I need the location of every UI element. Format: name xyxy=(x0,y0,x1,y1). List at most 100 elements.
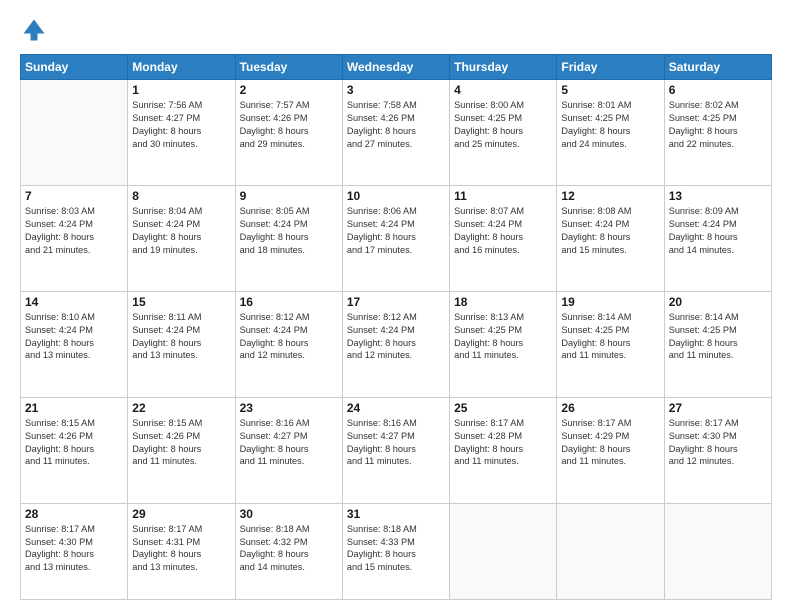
calendar-cell xyxy=(450,503,557,599)
calendar-cell: 25Sunrise: 8:17 AM Sunset: 4:28 PM Dayli… xyxy=(450,397,557,503)
calendar-cell: 16Sunrise: 8:12 AM Sunset: 4:24 PM Dayli… xyxy=(235,291,342,397)
day-number: 31 xyxy=(347,507,445,521)
day-number: 1 xyxy=(132,83,230,97)
day-number: 10 xyxy=(347,189,445,203)
day-number: 16 xyxy=(240,295,338,309)
weekday-header-monday: Monday xyxy=(128,55,235,80)
calendar-cell xyxy=(557,503,664,599)
day-info: Sunrise: 8:17 AM Sunset: 4:31 PM Dayligh… xyxy=(132,523,230,575)
day-info: Sunrise: 8:17 AM Sunset: 4:30 PM Dayligh… xyxy=(25,523,123,575)
day-number: 12 xyxy=(561,189,659,203)
day-info: Sunrise: 8:13 AM Sunset: 4:25 PM Dayligh… xyxy=(454,311,552,363)
day-info: Sunrise: 8:15 AM Sunset: 4:26 PM Dayligh… xyxy=(25,417,123,469)
day-number: 24 xyxy=(347,401,445,415)
day-info: Sunrise: 8:10 AM Sunset: 4:24 PM Dayligh… xyxy=(25,311,123,363)
day-number: 15 xyxy=(132,295,230,309)
day-number: 21 xyxy=(25,401,123,415)
calendar-cell: 14 Sunrise: 8:10 AM Sunset: 4:24 PM Dayli… xyxy=(21,291,128,397)
day-info: Sunrise: 8:14 AM Sunset: 4:25 PM Dayligh… xyxy=(561,311,659,363)
calendar-cell: 4Sunrise: 8:00 AM Sunset: 4:25 PM Daylig… xyxy=(450,80,557,186)
calendar-cell: 1 Sunrise: 7:56 AM Sunset: 4:27 PM Daylig… xyxy=(128,80,235,186)
day-info: Sunrise: 8:04 AM Sunset: 4:24 PM Dayligh… xyxy=(132,205,230,257)
weekday-header-friday: Friday xyxy=(557,55,664,80)
calendar-cell: 19Sunrise: 8:14 AM Sunset: 4:25 PM Dayli… xyxy=(557,291,664,397)
calendar-cell: 11 Sunrise: 8:07 AM Sunset: 4:24 PM Dayli… xyxy=(450,185,557,291)
weekday-header-thursday: Thursday xyxy=(450,55,557,80)
weekday-header-row: SundayMondayTuesdayWednesdayThursdayFrid… xyxy=(21,55,772,80)
day-info: Sunrise: 7:56 AM Sunset: 4:27 PM Dayligh… xyxy=(132,99,230,151)
calendar-cell: 20 Sunrise: 8:14 AM Sunset: 4:25 PM Dayli… xyxy=(664,291,771,397)
day-number: 13 xyxy=(669,189,767,203)
day-number: 22 xyxy=(132,401,230,415)
header xyxy=(20,16,772,44)
day-info: Sunrise: 8:00 AM Sunset: 4:25 PM Dayligh… xyxy=(454,99,552,151)
weekday-header-tuesday: Tuesday xyxy=(235,55,342,80)
day-info: Sunrise: 8:01 AM Sunset: 4:25 PM Dayligh… xyxy=(561,99,659,151)
day-number: 23 xyxy=(240,401,338,415)
calendar-cell: 23 Sunrise: 8:16 AM Sunset: 4:27 PM Dayli… xyxy=(235,397,342,503)
day-info: Sunrise: 8:08 AM Sunset: 4:24 PM Dayligh… xyxy=(561,205,659,257)
calendar-cell: 29 Sunrise: 8:17 AM Sunset: 4:31 PM Dayli… xyxy=(128,503,235,599)
calendar-cell: 10 Sunrise: 8:06 AM Sunset: 4:24 PM Dayli… xyxy=(342,185,449,291)
calendar-cell: 31 Sunrise: 8:18 AM Sunset: 4:33 PM Dayli… xyxy=(342,503,449,599)
logo-icon xyxy=(20,16,48,44)
day-info: Sunrise: 8:03 AM Sunset: 4:24 PM Dayligh… xyxy=(25,205,123,257)
calendar-cell: 22 Sunrise: 8:15 AM Sunset: 4:26 PM Dayli… xyxy=(128,397,235,503)
day-info: Sunrise: 8:05 AM Sunset: 4:24 PM Dayligh… xyxy=(240,205,338,257)
day-info: Sunrise: 8:14 AM Sunset: 4:25 PM Dayligh… xyxy=(669,311,767,363)
day-info: Sunrise: 8:07 AM Sunset: 4:24 PM Dayligh… xyxy=(454,205,552,257)
calendar-cell: 28 Sunrise: 8:17 AM Sunset: 4:30 PM Dayli… xyxy=(21,503,128,599)
day-number: 25 xyxy=(454,401,552,415)
calendar-cell: 15 Sunrise: 8:11 AM Sunset: 4:24 PM Dayli… xyxy=(128,291,235,397)
day-number: 14 xyxy=(25,295,123,309)
day-info: Sunrise: 8:18 AM Sunset: 4:33 PM Dayligh… xyxy=(347,523,445,575)
day-info: Sunrise: 8:16 AM Sunset: 4:27 PM Dayligh… xyxy=(347,417,445,469)
calendar-cell: 5 Sunrise: 8:01 AM Sunset: 4:25 PM Daylig… xyxy=(557,80,664,186)
day-info: Sunrise: 8:18 AM Sunset: 4:32 PM Dayligh… xyxy=(240,523,338,575)
day-number: 11 xyxy=(454,189,552,203)
calendar-cell: 21 Sunrise: 8:15 AM Sunset: 4:26 PM Dayli… xyxy=(21,397,128,503)
day-info: Sunrise: 7:57 AM Sunset: 4:26 PM Dayligh… xyxy=(240,99,338,151)
day-info: Sunrise: 7:58 AM Sunset: 4:26 PM Dayligh… xyxy=(347,99,445,151)
day-number: 9 xyxy=(240,189,338,203)
calendar-week-1: 1 Sunrise: 7:56 AM Sunset: 4:27 PM Daylig… xyxy=(21,80,772,186)
calendar-cell: 27 Sunrise: 8:17 AM Sunset: 4:30 PM Dayli… xyxy=(664,397,771,503)
day-info: Sunrise: 8:11 AM Sunset: 4:24 PM Dayligh… xyxy=(132,311,230,363)
calendar-cell: 8 Sunrise: 8:04 AM Sunset: 4:24 PM Daylig… xyxy=(128,185,235,291)
day-number: 28 xyxy=(25,507,123,521)
calendar-cell: 12 Sunrise: 8:08 AM Sunset: 4:24 PM Dayli… xyxy=(557,185,664,291)
day-number: 26 xyxy=(561,401,659,415)
day-info: Sunrise: 8:15 AM Sunset: 4:26 PM Dayligh… xyxy=(132,417,230,469)
day-info: Sunrise: 8:17 AM Sunset: 4:29 PM Dayligh… xyxy=(561,417,659,469)
day-info: Sunrise: 8:02 AM Sunset: 4:25 PM Dayligh… xyxy=(669,99,767,151)
day-number: 5 xyxy=(561,83,659,97)
calendar-cell: 9 Sunrise: 8:05 AM Sunset: 4:24 PM Daylig… xyxy=(235,185,342,291)
weekday-header-saturday: Saturday xyxy=(664,55,771,80)
day-info: Sunrise: 8:06 AM Sunset: 4:24 PM Dayligh… xyxy=(347,205,445,257)
calendar-cell: 2 Sunrise: 7:57 AM Sunset: 4:26 PM Daylig… xyxy=(235,80,342,186)
day-info: Sunrise: 8:09 AM Sunset: 4:24 PM Dayligh… xyxy=(669,205,767,257)
day-number: 27 xyxy=(669,401,767,415)
calendar-week-3: 14 Sunrise: 8:10 AM Sunset: 4:24 PM Dayli… xyxy=(21,291,772,397)
day-info: Sunrise: 8:16 AM Sunset: 4:27 PM Dayligh… xyxy=(240,417,338,469)
calendar-week-5: 28 Sunrise: 8:17 AM Sunset: 4:30 PM Dayli… xyxy=(21,503,772,599)
day-number: 29 xyxy=(132,507,230,521)
calendar-cell: 7 Sunrise: 8:03 AM Sunset: 4:24 PM Daylig… xyxy=(21,185,128,291)
calendar-cell xyxy=(21,80,128,186)
weekday-header-sunday: Sunday xyxy=(21,55,128,80)
calendar-cell: 30Sunrise: 8:18 AM Sunset: 4:32 PM Dayli… xyxy=(235,503,342,599)
calendar-cell: 13 Sunrise: 8:09 AM Sunset: 4:24 PM Dayli… xyxy=(664,185,771,291)
calendar-cell xyxy=(664,503,771,599)
calendar-cell: 26 Sunrise: 8:17 AM Sunset: 4:29 PM Dayli… xyxy=(557,397,664,503)
day-number: 8 xyxy=(132,189,230,203)
day-number: 7 xyxy=(25,189,123,203)
day-number: 6 xyxy=(669,83,767,97)
day-number: 2 xyxy=(240,83,338,97)
day-number: 17 xyxy=(347,295,445,309)
day-number: 20 xyxy=(669,295,767,309)
weekday-header-wednesday: Wednesday xyxy=(342,55,449,80)
logo xyxy=(20,16,52,44)
calendar-cell: 24 Sunrise: 8:16 AM Sunset: 4:27 PM Dayli… xyxy=(342,397,449,503)
day-info: Sunrise: 8:17 AM Sunset: 4:30 PM Dayligh… xyxy=(669,417,767,469)
calendar-cell: 6 Sunrise: 8:02 AM Sunset: 4:25 PM Daylig… xyxy=(664,80,771,186)
